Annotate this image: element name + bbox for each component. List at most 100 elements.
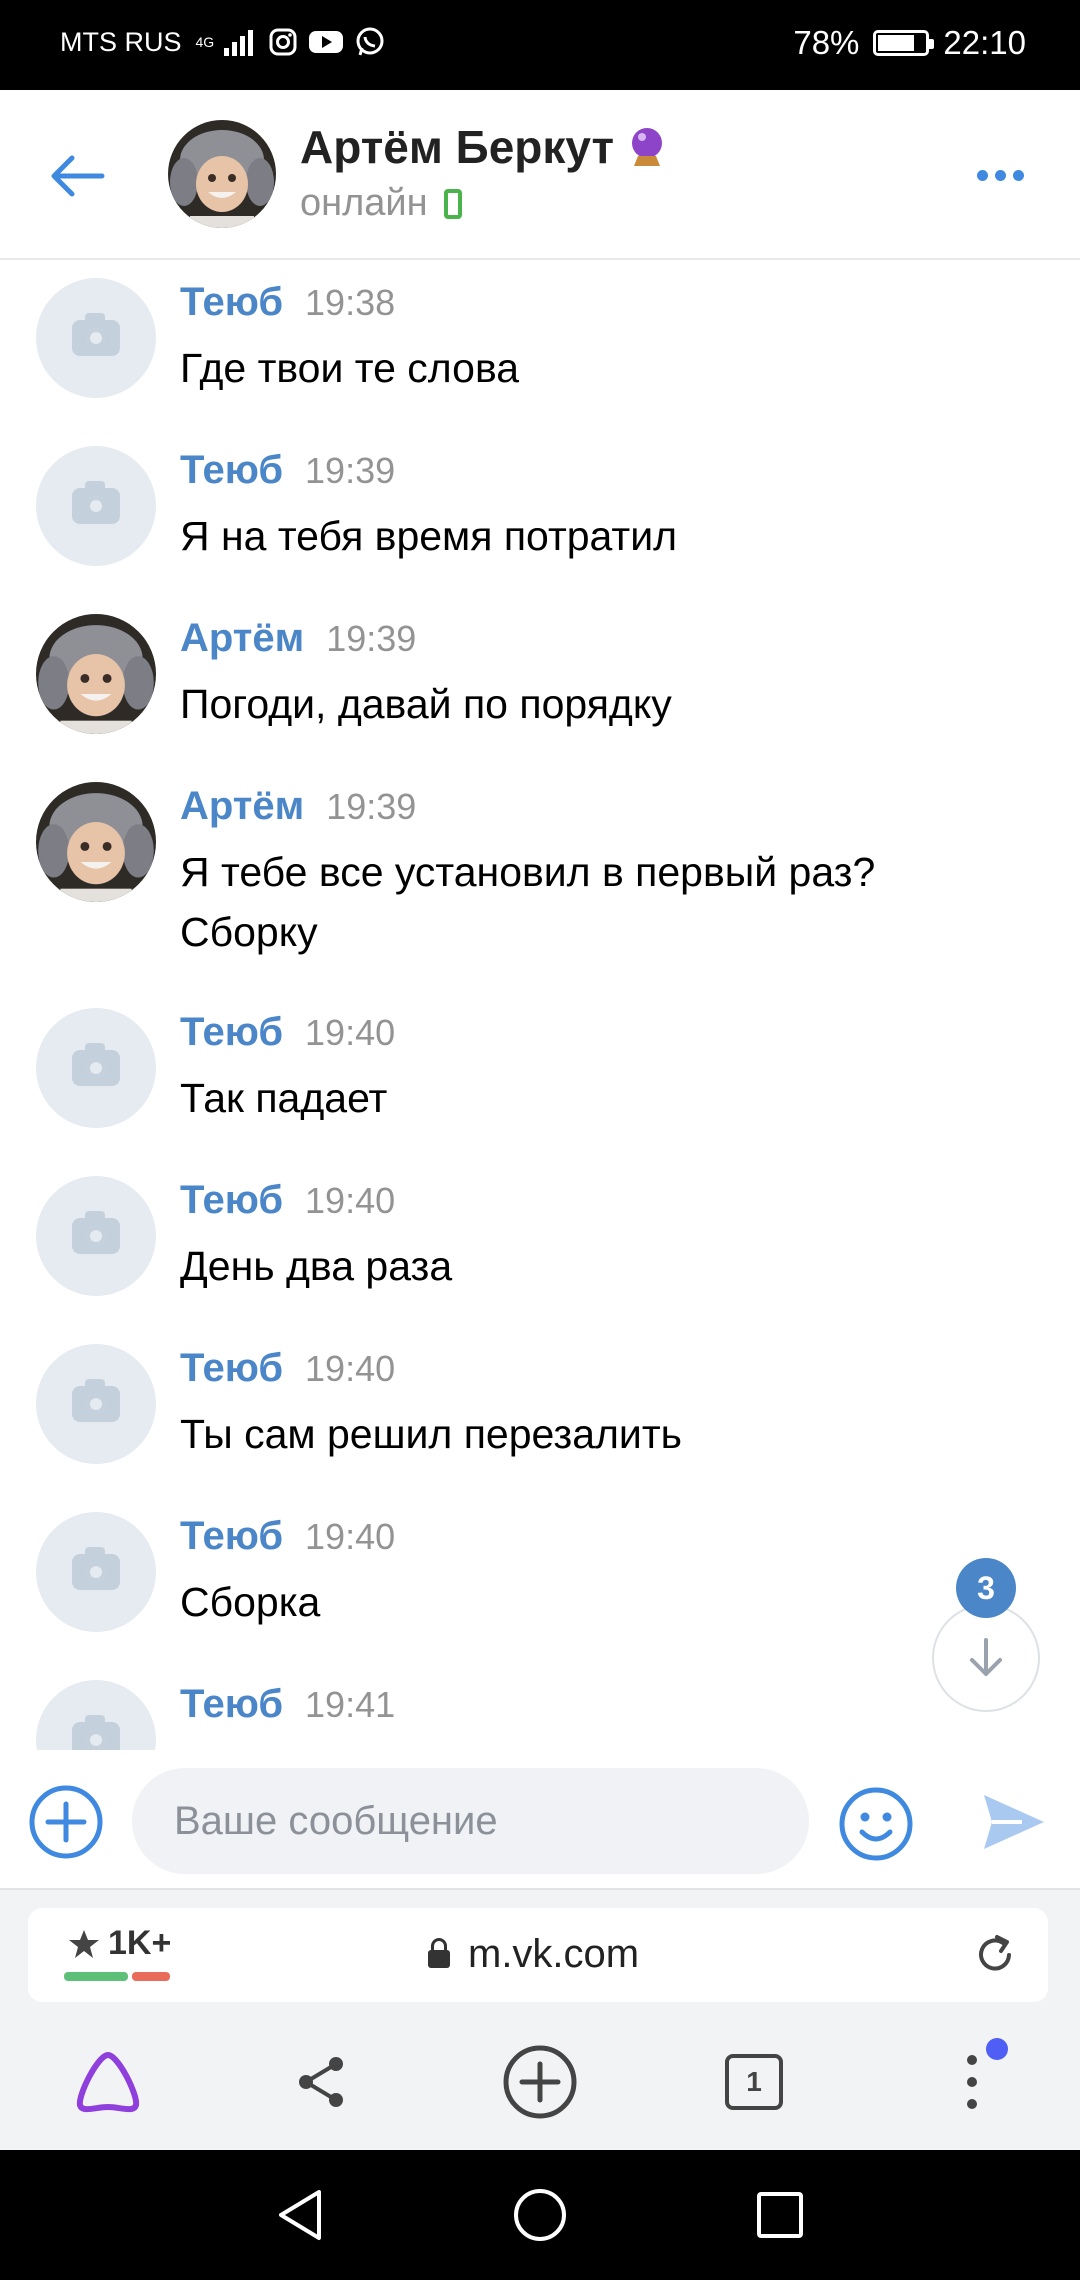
browser-toolbar: 1 [0, 2012, 1080, 2150]
clock: 22:10 [943, 24, 1026, 61]
contact-name: Артём Беркут [300, 120, 666, 174]
rating-bars [64, 1972, 170, 1981]
message[interactable]: Артём 19:39 Погоди, давай по порядку [0, 598, 1080, 766]
tabs-count: 1 [725, 2054, 783, 2110]
more-button[interactable] [960, 150, 1040, 200]
author-name[interactable]: Теюб [180, 448, 283, 492]
alice-button[interactable] [68, 2042, 148, 2122]
browser-menu-button[interactable] [932, 2038, 1012, 2122]
message-header: Артём 19:39 [180, 616, 416, 661]
alice-icon [76, 2052, 140, 2113]
message[interactable]: Теюб 19:39 Я на тебя время потратил [0, 430, 1080, 598]
battery-icon [873, 30, 935, 56]
arrow-down-icon [970, 1638, 1002, 1676]
author-name[interactable]: Теюб [180, 1178, 283, 1222]
message-header: Теюб 19:39 [180, 448, 395, 493]
sender-avatar[interactable] [36, 1344, 156, 1464]
new-tab-button[interactable] [500, 2042, 580, 2122]
url-display[interactable]: m.vk.com [428, 1932, 639, 1977]
message[interactable]: Теюб 19:40 Сборка [0, 1496, 1080, 1664]
nav-back-button[interactable] [265, 2180, 335, 2250]
emoji-button[interactable] [836, 1784, 916, 1864]
message-composer [0, 1750, 1080, 1888]
sender-avatar[interactable] [36, 614, 156, 734]
message-text: Так падает [180, 1075, 388, 1121]
sender-avatar[interactable] [36, 446, 156, 566]
message-text: Где твои те слова [180, 345, 520, 391]
send-button[interactable] [976, 1784, 1052, 1860]
message-header: Теюб 19:40 [180, 1178, 395, 1223]
sender-avatar[interactable] [36, 1176, 156, 1296]
author-name[interactable]: Теюб [180, 1514, 283, 1558]
camera-icon [72, 1043, 120, 1086]
message[interactable]: Теюб 19:40 Так падает [0, 992, 1080, 1160]
message-header: Теюб 19:40 [180, 1010, 395, 1055]
scroll-down-button[interactable] [932, 1604, 1040, 1712]
message-text: Я на тебя время потратил [180, 513, 678, 559]
message[interactable]: Артём 19:39 Я тебе все установил в первый… [0, 766, 1080, 992]
status-left: MTS RUS 4G [60, 26, 386, 58]
sender-avatar[interactable] [36, 1512, 156, 1632]
nav-home-button[interactable] [505, 2180, 575, 2250]
message-line: Сборку [180, 909, 318, 955]
signal-icon [224, 30, 254, 56]
message[interactable]: Теюб 19:40 День два раза [0, 1160, 1080, 1328]
site-rating[interactable]: 1K+ [68, 1924, 171, 1963]
browser-address-bar: 1K+ m.vk.com [0, 1888, 1080, 2012]
message-time: 19:39 [326, 786, 417, 827]
author-name[interactable]: Артём [180, 784, 304, 828]
camera-icon [72, 481, 120, 524]
message-time: 19:40 [305, 1012, 396, 1053]
author-name[interactable]: Теюб [180, 1010, 283, 1054]
back-button[interactable] [40, 140, 112, 212]
attach-button[interactable] [28, 1784, 104, 1860]
message-list[interactable]: Теюб 19:38 Где твои те слова Теюб 19:39 Я … [0, 262, 1080, 1750]
message-header: Теюб 19:38 [180, 280, 395, 325]
notification-dot [986, 2038, 1008, 2060]
message-line: Я тебе все установил в первый раз? [180, 849, 876, 895]
message-header: Артём 19:39 [180, 784, 416, 829]
message-header: Теюб 19:41 [180, 1682, 395, 1727]
triangle-back-icon [279, 2190, 321, 2240]
sender-avatar[interactable] [36, 1008, 156, 1128]
author-name[interactable]: Артём [180, 616, 304, 660]
contact-name-text: Артём Беркут [300, 121, 615, 173]
avatar-photo [168, 120, 276, 228]
author-name[interactable]: Теюб [180, 280, 283, 324]
message-time: 19:39 [305, 450, 396, 491]
send-icon [984, 1795, 1044, 1849]
author-name[interactable]: Теюб [180, 1346, 283, 1390]
message[interactable]: Теюб 19:40 Ты сам решил перезалить [0, 1328, 1080, 1496]
plus-circle-icon [29, 1785, 103, 1859]
dot-icon [976, 169, 988, 181]
sender-avatar[interactable] [36, 278, 156, 398]
contact-status: онлайн [300, 182, 462, 225]
avatar-photo [36, 614, 156, 734]
message-header: Теюб 19:40 [180, 1346, 395, 1391]
sender-avatar[interactable] [36, 1680, 156, 1750]
dot-icon [1012, 169, 1024, 181]
message-input[interactable] [132, 1768, 809, 1874]
message[interactable]: Теюб 19:38 Где твои те слова [0, 262, 1080, 430]
message-time: 19:40 [305, 1516, 396, 1557]
tabs-button[interactable]: 1 [714, 2042, 794, 2122]
share-button[interactable] [282, 2042, 362, 2122]
reload-button[interactable] [970, 1930, 1020, 1980]
contact-avatar[interactable] [168, 120, 276, 228]
nav-recents-button[interactable] [745, 2180, 815, 2250]
message[interactable]: Теюб 19:41 [0, 1664, 1080, 1750]
message-time: 19:40 [305, 1180, 396, 1221]
url-box[interactable]: 1K+ m.vk.com [28, 1908, 1048, 2002]
camera-icon [72, 1547, 120, 1590]
plus-circle-icon [503, 2045, 577, 2119]
camera-icon [72, 1379, 120, 1422]
message-time: 19:39 [326, 618, 417, 659]
sender-avatar[interactable] [36, 782, 156, 902]
author-name[interactable]: Теюб [180, 1682, 283, 1726]
message-header: Теюб 19:40 [180, 1514, 395, 1559]
unread-badge[interactable]: 3 [956, 1558, 1016, 1618]
network-label: 4G [195, 34, 215, 50]
url-text: m.vk.com [468, 1932, 640, 1976]
dot-icon [994, 169, 1006, 181]
lock-icon [428, 1937, 450, 1968]
